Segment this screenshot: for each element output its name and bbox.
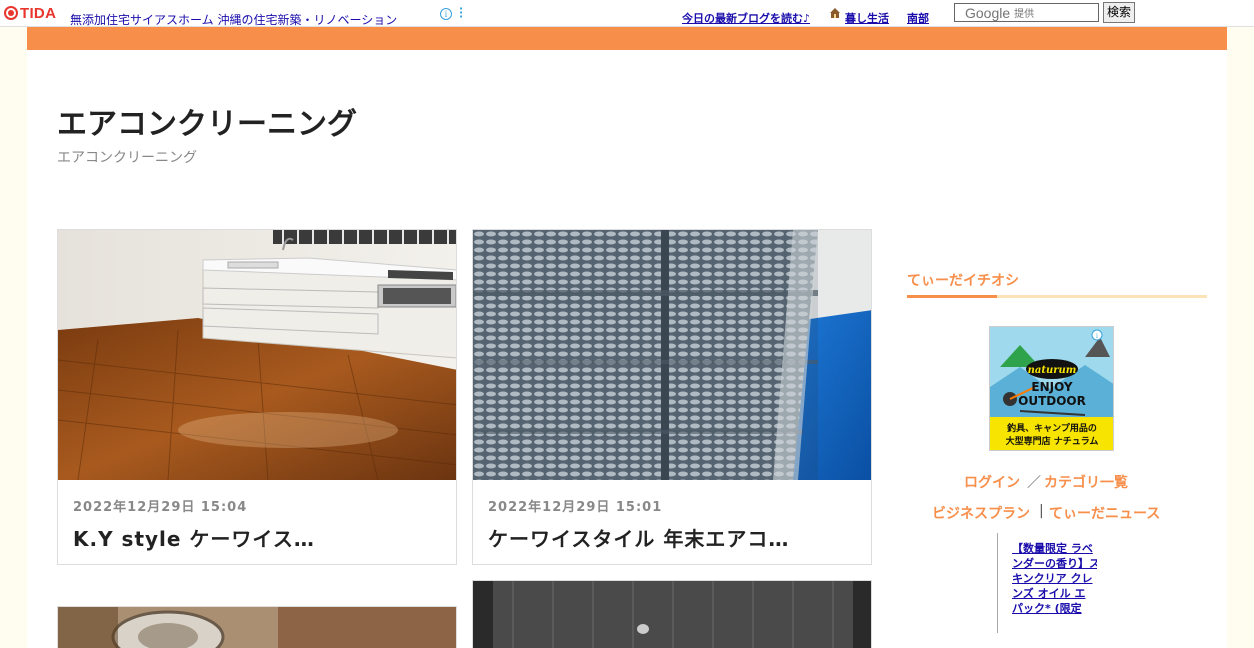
tida-logo[interactable]: TIDA (4, 4, 56, 22)
business-plan-link[interactable]: ビジネスプラン (932, 503, 1030, 523)
tida-top-bar: TIDA 無添加住宅サイアスホーム 沖縄の住宅新築・リノベーション i · · · … (0, 0, 1254, 27)
post-title[interactable]: ケーワイスタイル 年末エアコ… (488, 523, 789, 552)
promo-text-ad[interactable]: 【数量限定 ラベ ンダーの香り】ス キンクリア クレ ンズ オイル エ パック*… (997, 533, 1097, 633)
post-thumbnail-rusty-unit[interactable] (58, 607, 457, 648)
ad-caption2: 大型専門店 ナチュラム (1006, 435, 1099, 447)
sidebar-heading-recommend: てぃーだイチオシ (907, 273, 1019, 289)
region-link[interactable]: 南部 (907, 10, 929, 26)
post-title[interactable]: K.Y style ケーワイス… (73, 523, 315, 552)
naturum-ad-banner[interactable]: naturum ENJOY OUTDOOR 釣具、キャンプ用品の 大型専門店 ナ… (989, 326, 1114, 451)
blog-page: エアコンクリーニング エアコンクリーニング 2022年12月29日 15:04 … (27, 27, 1227, 648)
post-card[interactable] (472, 580, 872, 648)
category-list-link[interactable]: カテゴリ一覧 (1044, 472, 1128, 492)
header-accent-bar (27, 27, 1227, 50)
life-category-link[interactable]: 暮し生活 (845, 10, 889, 26)
top-ad-link[interactable]: 無添加住宅サイアスホーム 沖縄の住宅新築・リノベーション (70, 11, 397, 28)
ad-menu-dots-icon[interactable]: · · · (459, 3, 463, 22)
post-card[interactable]: 2022年12月29日 15:04 K.Y style ケーワイス… (57, 229, 457, 565)
promo-line[interactable]: キンクリア クレ (1012, 571, 1097, 586)
post-thumbnail-kitchen[interactable] (58, 230, 457, 480)
tida-logo-icon (4, 6, 18, 20)
search-input[interactable]: Google 提供 (954, 3, 1099, 22)
promo-line[interactable]: 【数量限定 ラベ (1012, 541, 1097, 556)
post-thumbnail-dark-interior[interactable] (473, 581, 872, 648)
sidebar-heading-underline-accent (907, 295, 997, 298)
ad-line2: OUTDOOR (1018, 394, 1086, 408)
ad-info-icon: i (1096, 332, 1098, 340)
post-card[interactable] (57, 606, 457, 648)
post-thumbnail-aircon-fins[interactable] (473, 230, 872, 480)
naturum-brand: naturum (1028, 365, 1077, 376)
tida-logo-text: TIDA (20, 4, 57, 22)
promo-line[interactable]: ンズ オイル エ (1012, 586, 1097, 601)
ad-caption1: 釣具、キャンプ用品の (1007, 422, 1097, 434)
login-link[interactable]: ログイン (964, 472, 1020, 492)
home-icon (830, 8, 840, 18)
post-card[interactable]: 2022年12月29日 15:01 ケーワイスタイル 年末エアコ… (472, 229, 872, 565)
ad-line1: ENJOY (1031, 380, 1072, 394)
promo-line[interactable]: パック* (限定 (1012, 601, 1097, 616)
link-separator-bar: | (1039, 503, 1044, 519)
search-provided-label: 提供 (1014, 9, 1035, 20)
blog-description: エアコンクリーニング (57, 150, 197, 166)
post-date: 2022年12月29日 15:04 (73, 500, 248, 515)
promo-line[interactable]: ンダーの香り】ス (1012, 556, 1097, 571)
naturum-ad-image: naturum ENJOY OUTDOOR 釣具、キャンプ用品の 大型専門店 ナ… (990, 327, 1113, 450)
latest-blog-link[interactable]: 今日の最新ブログを読む♪ (682, 10, 810, 26)
link-separator-slash: ／ (1027, 475, 1041, 491)
blog-title[interactable]: エアコンクリーニング (57, 99, 357, 143)
google-wordmark: Google (965, 4, 1011, 21)
ad-info-icon[interactable]: i (440, 8, 452, 20)
post-date: 2022年12月29日 15:01 (488, 500, 663, 515)
search-button[interactable]: 検索 (1103, 2, 1135, 23)
tida-news-link[interactable]: てぃーだニュース (1049, 503, 1160, 523)
